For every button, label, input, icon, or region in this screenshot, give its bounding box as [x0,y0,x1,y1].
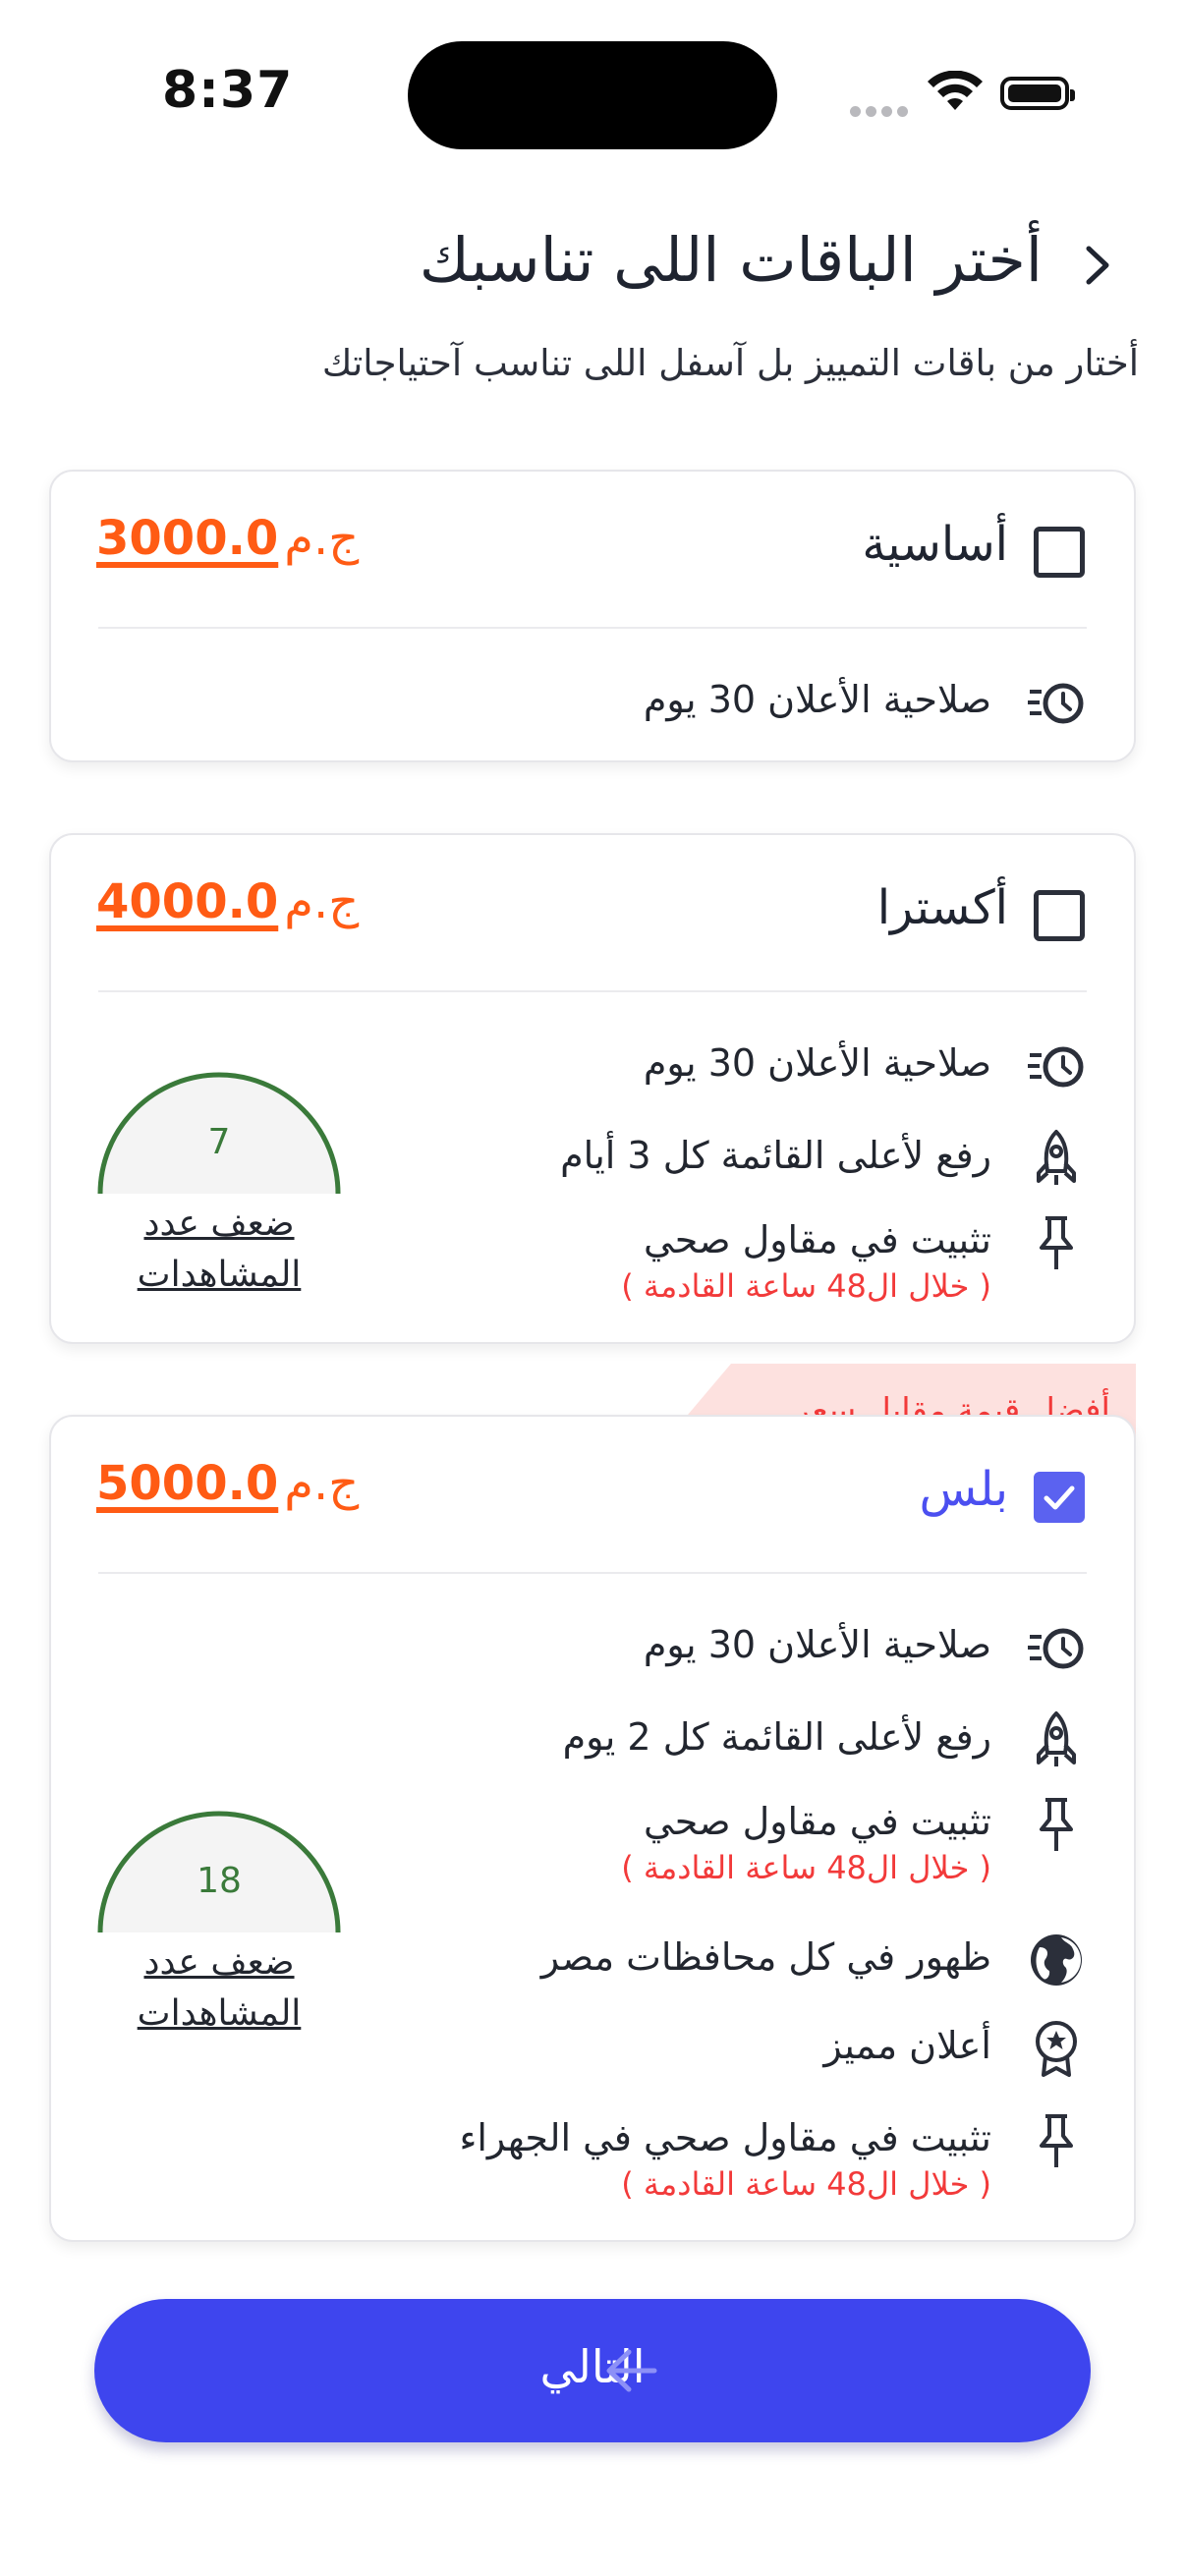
gauge-label: ضعف عدد المشاهدات [137,1942,302,2034]
package-card-plus[interactable]: بلس 5000.0 ج.م صلاحية الأعلان 30 يوم رفع … [49,1415,1136,2242]
dynamic-island [408,41,777,149]
feature-note: ( خلال ال48 ساعة القادمة ) [621,1849,991,1886]
gauge-value: 18 [197,1861,242,1901]
package-card-extra[interactable]: أكسترا 4000.0 ج.م صلاحية الأعلان 30 يوم ر… [49,833,1136,1344]
battery-icon [1000,77,1075,110]
pin-icon [1040,1798,1073,1851]
feature-text: رفع لأعلى القائمة كل 3 أيام [560,1134,991,1177]
feature-text: صلاحية الأعلان 30 يوم [643,678,991,721]
package-checkbox-checked[interactable] [1034,1472,1085,1523]
feature-text: رفع لأعلى القائمة كل 2 يوم [562,1715,991,1759]
gauge-value: 7 [207,1122,231,1162]
package-checkbox[interactable] [1034,890,1085,941]
rocket-icon [1037,1711,1076,1766]
clock-list-icon [1028,1046,1084,1088]
package-name: بلس [919,1462,1008,1517]
pin-icon [1040,2114,1073,2167]
feature-note: ( خلال ال48 ساعة القادمة ) [621,1267,991,1305]
divider [98,1572,1087,1574]
package-price: 5000.0 ج.م [96,1456,360,1511]
feature-text: أعلان مميز [823,2024,991,2067]
feature-text: صلاحية الأعلان 30 يوم [643,1623,991,1666]
package-checkbox[interactable] [1034,527,1085,578]
gauge-label: ضعف عدد المشاهدات [137,1204,302,1295]
page-subtitle: أختار من باقات التمييز بل آسفل اللى تناس… [321,342,1139,384]
signal-dots-icon [850,102,913,121]
feature-note: ( خلال ال48 ساعة القادمة ) [621,2165,991,2203]
status-time: 8:37 [162,61,294,120]
package-price: 4000.0 ج.م [96,874,360,929]
feature-text: تثبيت في مقاول صحي [644,1218,991,1261]
package-price: 3000.0 ج.م [96,511,360,566]
award-icon [1036,2021,1077,2077]
package-card-basic[interactable]: أساسية 3000.0 ج.م صلاحية الأعلان 30 يوم [49,470,1136,762]
package-name: أكسترا [876,880,1008,935]
page-title: أختر الباقات اللى تناسبك [419,224,1043,296]
feature-text: ظهور في كل محافظات مصر [540,1935,991,1979]
check-icon [1044,1485,1075,1510]
wifi-icon [928,71,983,110]
divider [98,990,1087,992]
clock-list-icon [1028,683,1084,724]
rocket-icon [1037,1130,1076,1185]
arrow-left-icon [606,2349,657,2392]
views-gauge: 7 ضعف عدد المشاهدات [96,1071,342,1307]
next-button[interactable]: التالي [94,2299,1091,2442]
divider [98,627,1087,629]
chevron-left-back-icon[interactable] [1079,241,1118,290]
globe-icon [1031,1934,1082,1986]
next-button-label: التالي [539,2340,646,2393]
feature-text: تثبيت في مقاول صحي في الجهراء [459,2116,991,2159]
feature-text: صلاحية الأعلان 30 يوم [643,1041,991,1085]
package-name: أساسية [862,517,1008,572]
clock-list-icon [1028,1628,1084,1669]
pin-icon [1040,1216,1073,1269]
feature-text: تثبيت في مقاول صحي [644,1800,991,1843]
views-gauge: 18 ضعف عدد المشاهدات [96,1810,342,2045]
